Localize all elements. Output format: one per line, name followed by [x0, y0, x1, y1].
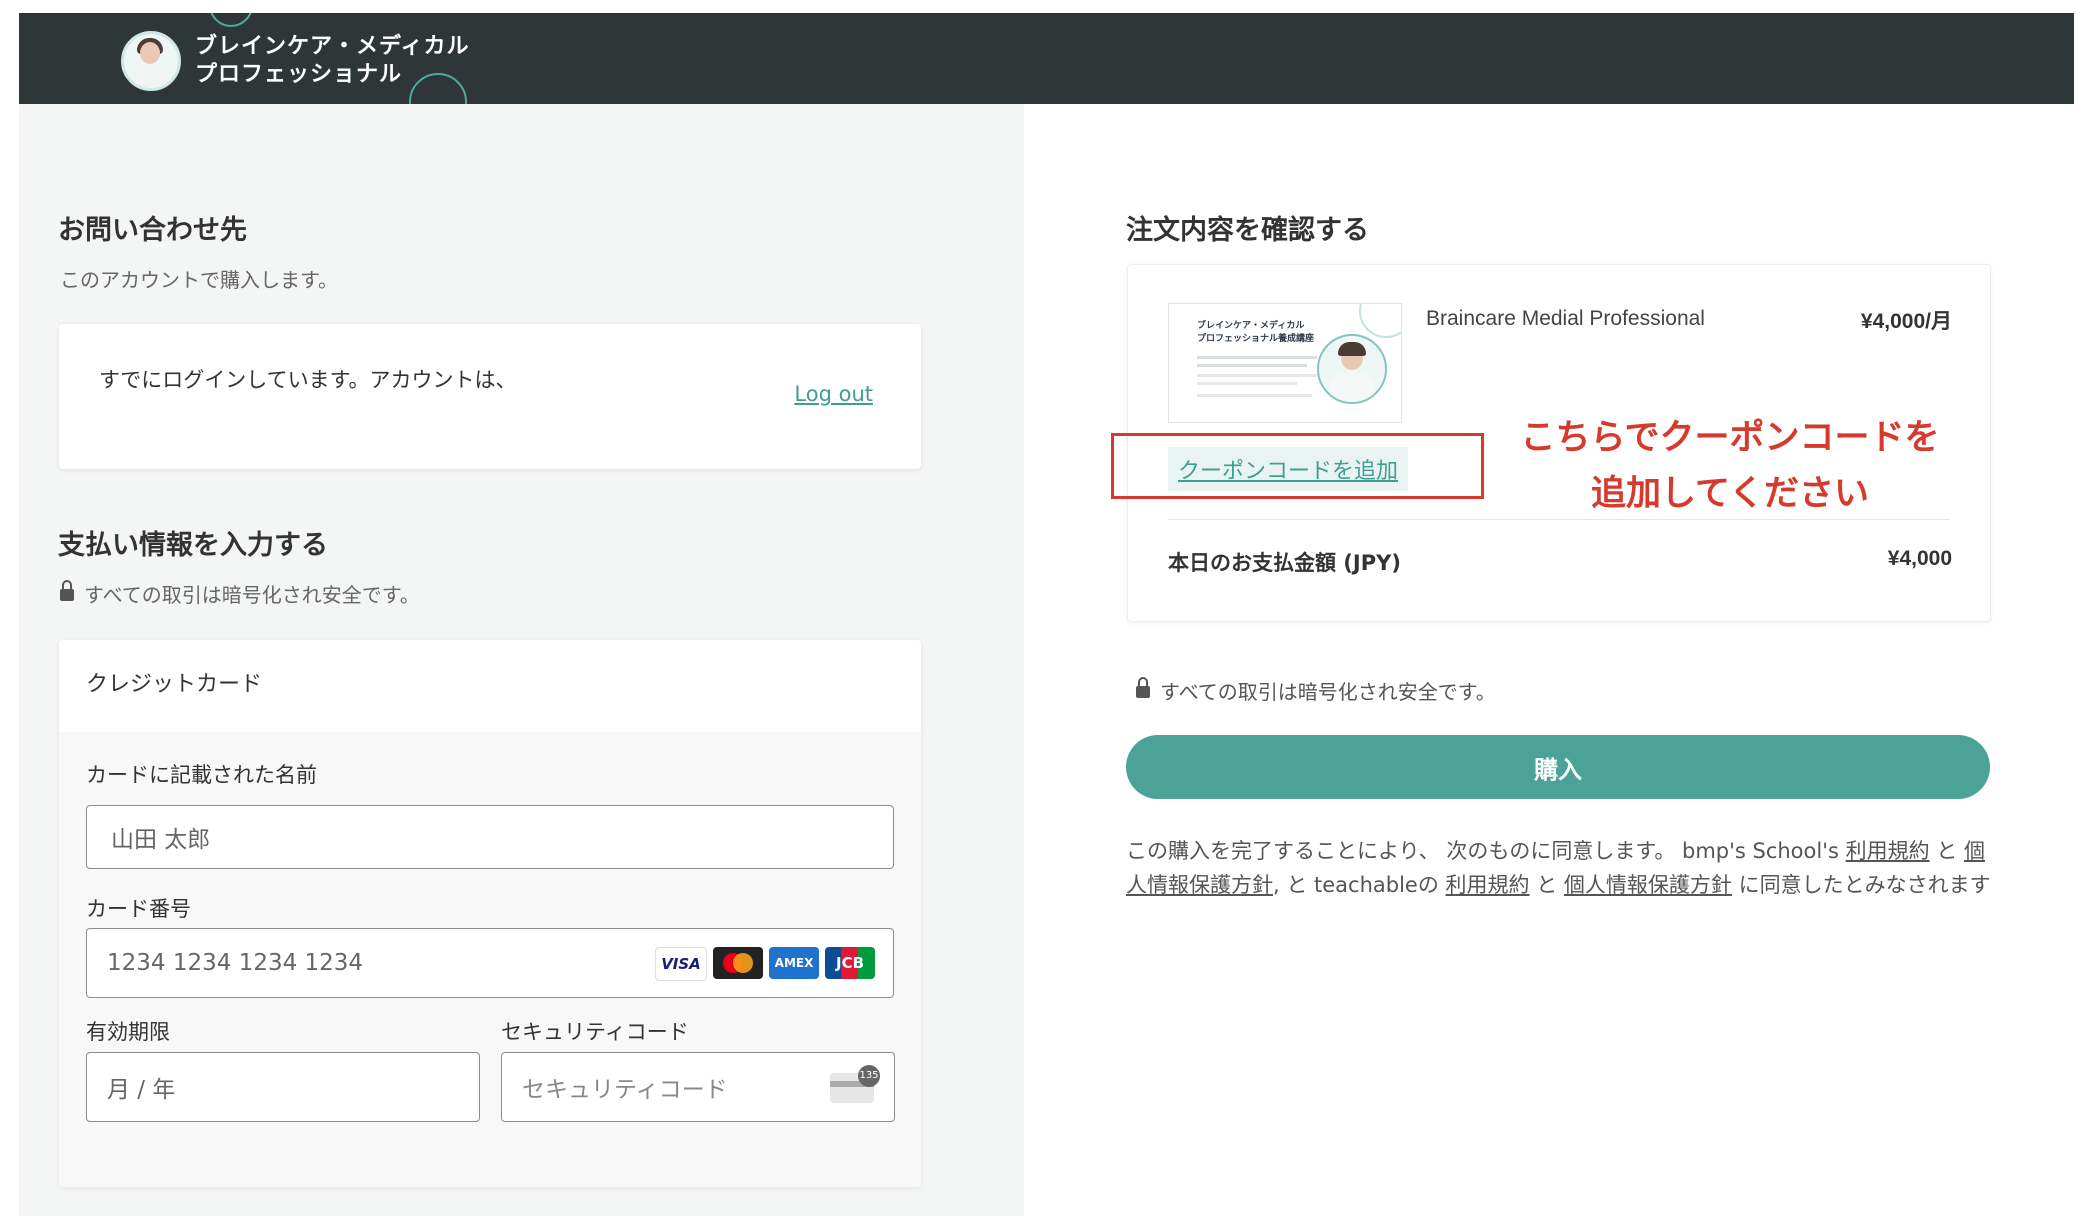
thumb-title-1: ブレインケア・メディカル	[1197, 321, 1305, 331]
terms-text-2: と	[1929, 839, 1964, 863]
terms-text-4: と	[1529, 873, 1564, 897]
logged-in-text: すでにログインしています。アカウントは、	[99, 368, 517, 392]
expiry-input[interactable]: 月 / 年	[86, 1052, 480, 1122]
amex-icon: AMEX	[769, 947, 819, 979]
lock-icon	[60, 579, 74, 601]
expiry-label: 有効期限	[86, 1020, 170, 1044]
payment-title: 支払い情報を入力する	[58, 530, 328, 561]
mastercard-icon	[713, 947, 763, 979]
cvc-placeholder: セキュリティコード	[522, 1077, 728, 1103]
cardholder-name-label: カードに記載された名前	[86, 763, 317, 787]
payment-method-label: クレジットカード	[86, 672, 263, 697]
card-brand-icons: VISA AMEX JCB	[649, 947, 875, 981]
cardholder-name-placeholder: 山田 太郎	[111, 827, 211, 853]
total-value: ¥4,000	[1887, 547, 1952, 570]
card-number-label: カード番号	[86, 897, 191, 921]
terms-text-1: この購入を完了することにより、 次のものに同意します。 bmp's School…	[1126, 839, 1846, 863]
payment-method-tab[interactable]: クレジットカード	[59, 640, 921, 732]
visa-icon: VISA	[655, 947, 707, 981]
total-label: 本日のお支払金額 (JPY)	[1168, 551, 1401, 575]
cvc-input[interactable]: セキュリティコード 135	[501, 1052, 895, 1122]
expiry-placeholder: 月 / 年	[107, 1077, 176, 1103]
cvc-card-icon: 135	[830, 1065, 880, 1103]
order-secure-text: すべての取引は暗号化され安全です。	[1160, 680, 1496, 704]
payment-secure-note: すべての取引は暗号化され安全です。	[60, 579, 420, 608]
card-number-input[interactable]: 1234 1234 1234 1234 VISA AMEX JCB	[86, 928, 894, 998]
teachable-terms-link[interactable]: 利用規約	[1446, 873, 1530, 897]
annotation-line2: 追加してください	[1591, 474, 1869, 514]
purchase-button[interactable]: 購入	[1126, 735, 1990, 799]
contact-subtitle: このアカウントで購入します。	[60, 268, 338, 292]
teachable-privacy-link[interactable]: 個人情報保護方針	[1564, 873, 1732, 897]
header-decoration	[209, 13, 253, 27]
brand-avatar	[121, 31, 181, 91]
order-title: 注文内容を確認する	[1126, 215, 1369, 246]
product-price: ¥4,000/月	[1860, 310, 1952, 333]
cardholder-name-input[interactable]: 山田 太郎	[86, 805, 894, 869]
brand-name-line2: プロフェッショナル	[195, 62, 403, 87]
brand-name-line1: ブレインケア・メディカル	[195, 34, 470, 59]
terms-text: この購入を完了することにより、 次のものに同意します。 bmp's School…	[1126, 834, 1996, 902]
logout-link[interactable]: Log out	[794, 382, 873, 406]
brand-name: ブレインケア・メディカル プロフェッショナル	[195, 33, 469, 89]
school-terms-link[interactable]: 利用規約	[1846, 839, 1930, 863]
account-card: すでにログインしています。アカウントは、 Log out	[59, 324, 921, 469]
order-secure-note: すべての取引は暗号化され安全です。	[1136, 676, 1496, 705]
annotation-line1: こちらでクーポンコードを	[1520, 418, 1940, 458]
cvc-icon-number: 135	[858, 1065, 880, 1087]
coupon-annotation: こちらでクーポンコードを 追加してください	[1480, 410, 1980, 522]
card-number-placeholder: 1234 1234 1234 1234	[107, 950, 364, 976]
lock-icon	[1136, 676, 1150, 698]
thumb-title-2: プロフェッショナル養成講座	[1197, 334, 1315, 344]
jcb-icon: JCB	[825, 947, 875, 979]
contact-title: お問い合わせ先	[58, 215, 247, 246]
terms-text-3: , と teachableの	[1273, 873, 1446, 897]
cvc-label: セキュリティコード	[501, 1020, 689, 1044]
top-header: ブレインケア・メディカル プロフェッショナル	[19, 13, 2074, 104]
thumb-portrait	[1317, 334, 1387, 404]
product-name: Braincare Medial Professional	[1426, 307, 1705, 330]
product-thumbnail: ブレインケア・メディカル プロフェッショナル養成講座	[1168, 303, 1402, 423]
terms-text-5: に同意したとみなされます	[1731, 873, 1991, 897]
coupon-highlight-box	[1111, 433, 1484, 499]
payment-secure-text: すべての取引は暗号化され安全です。	[84, 583, 420, 607]
brand-logo[interactable]: ブレインケア・メディカル プロフェッショナル	[121, 26, 469, 96]
